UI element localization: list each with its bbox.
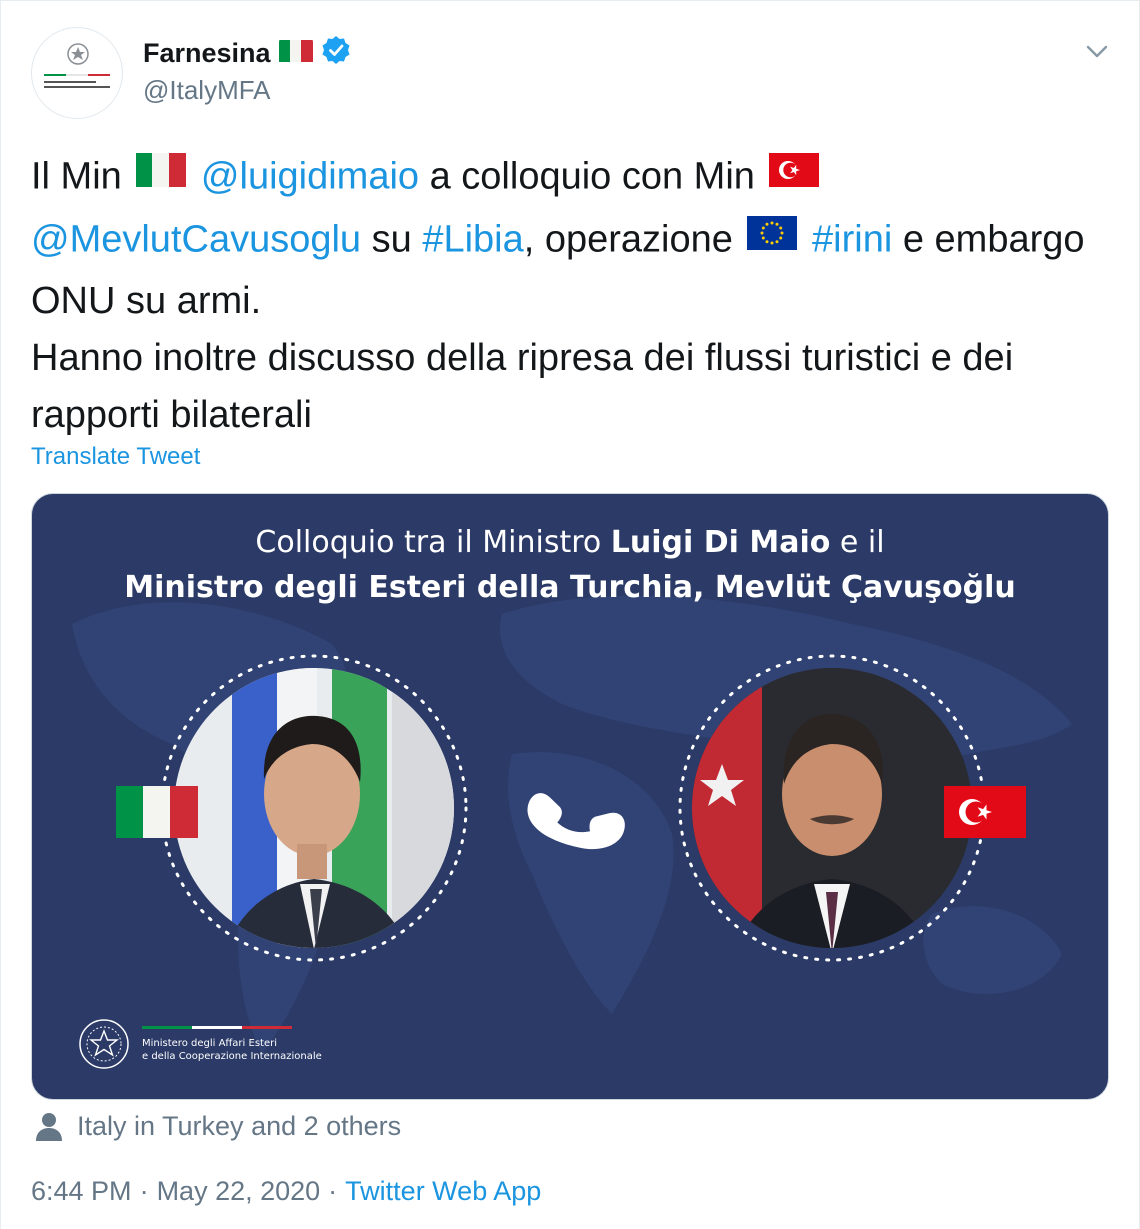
- media-title: Colloquio tra il Ministro Luigi Di Maio …: [32, 520, 1108, 610]
- tweet-text-part: Hanno inoltre discusso della ripresa dei…: [31, 337, 1014, 436]
- media-title-text: e il: [830, 525, 885, 560]
- media-title-text: Colloquio tra il Ministro: [255, 525, 611, 560]
- media-title-line2: Ministro degli Esteri della Turchia, Mev…: [124, 570, 1016, 605]
- tagged-people-text[interactable]: Italy in Turkey and 2 others: [77, 1111, 401, 1142]
- tweet-text-part: su: [371, 218, 412, 261]
- emblem-icon: [44, 43, 110, 88]
- chevron-down-icon[interactable]: [1083, 37, 1111, 65]
- tweet-text: Il Min @luigidimaio a colloquio con Min …: [31, 147, 1111, 444]
- tweet-card: Farnesina @ItalyMFA Il Min @luigidimaio …: [0, 0, 1140, 1229]
- ministry-caption-line1: Ministero degli Affari Esteri: [142, 1038, 277, 1049]
- tweet-text-part: Il Min: [31, 155, 122, 198]
- hashtag-link[interactable]: #irini: [812, 219, 892, 261]
- hashtag-link[interactable]: #Libia: [422, 219, 523, 261]
- media-title-name: Luigi Di Maio: [610, 525, 831, 560]
- mention-link[interactable]: @MevlutCavusoglu: [31, 219, 361, 261]
- tweet-meta: 6:44 PM · May 22, 2020 · Twitter Web App: [31, 1176, 541, 1207]
- meta-separator: ·: [328, 1176, 338, 1206]
- mention-link[interactable]: @luigidimaio: [201, 156, 419, 198]
- tweet-text-part: , operazione: [523, 218, 733, 261]
- tweet-date[interactable]: May 22, 2020: [157, 1176, 321, 1207]
- turkey-flag-icon: [769, 147, 820, 204]
- verified-badge-icon: [321, 35, 351, 72]
- tweet-media-image[interactable]: Colloquio tra il Ministro Luigi Di Maio …: [31, 493, 1109, 1100]
- person-icon: [36, 1112, 62, 1141]
- meta-separator: ·: [139, 1176, 149, 1206]
- display-name-row[interactable]: Farnesina: [143, 35, 351, 72]
- tweet-time[interactable]: 6:44 PM: [31, 1176, 132, 1207]
- emblem-icon: [79, 1019, 129, 1069]
- eu-flag-icon: [747, 210, 798, 267]
- ministry-caption: Ministero degli Affari Esteri e della Co…: [142, 1037, 322, 1063]
- tweet-source-link[interactable]: Twitter Web App: [345, 1176, 541, 1207]
- italy-flag-icon: [278, 38, 313, 69]
- italy-flag-icon: [136, 147, 187, 204]
- tagged-people[interactable]: Italy in Turkey and 2 others: [35, 1111, 401, 1142]
- ministry-caption-line2: e della Cooperazione Internazionale: [142, 1051, 322, 1062]
- media-title-line1: Colloquio tra il Ministro Luigi Di Maio …: [32, 520, 1108, 565]
- italy-flag-icon: [116, 786, 198, 838]
- display-name[interactable]: Farnesina: [143, 38, 271, 69]
- tweet-text-part: a colloquio con Min: [429, 155, 755, 198]
- turkey-flag-icon: [944, 786, 1026, 838]
- account-handle[interactable]: @ItalyMFA: [143, 75, 271, 106]
- account-avatar[interactable]: [31, 27, 123, 119]
- translate-tweet-link[interactable]: Translate Tweet: [31, 443, 200, 471]
